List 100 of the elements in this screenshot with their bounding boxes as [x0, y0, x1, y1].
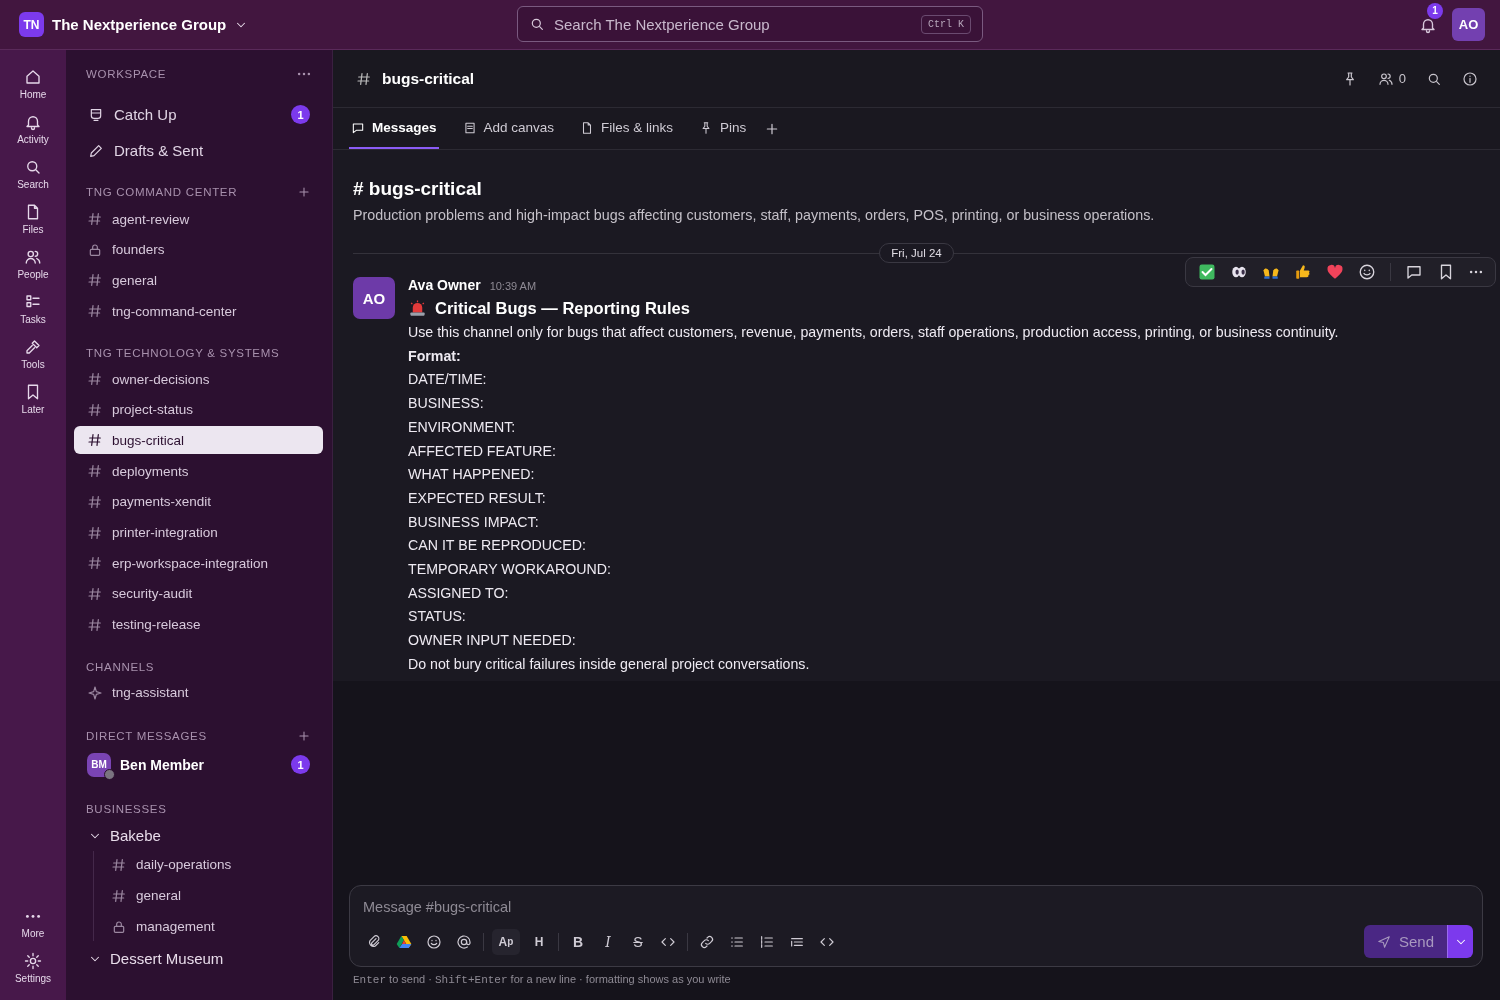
emoji-icon: [426, 933, 442, 950]
channel-item[interactable]: tng-assistant: [74, 678, 323, 707]
channel-intro-title: # bugs-critical: [353, 178, 483, 200]
rail-button[interactable]: More: [3, 908, 63, 939]
message-line: DATE/TIME:: [408, 370, 488, 390]
channel-item[interactable]: project-status: [74, 395, 323, 424]
hash-icon: [356, 70, 372, 87]
message-line: Do not bury critical failures inside general project conversations.: [408, 654, 811, 674]
message-line: EXPECTED RESULT:: [408, 488, 547, 508]
tools-icon: [24, 338, 42, 356]
rail-button[interactable]: Files: [3, 203, 63, 235]
hash-icon: [87, 616, 103, 633]
hash-icon: [87, 401, 103, 418]
more-icon[interactable]: [297, 71, 311, 77]
channel-item[interactable]: tng-command-center: [74, 297, 323, 326]
cup-icon: [88, 106, 104, 123]
rail-button[interactable]: Tasks: [3, 293, 63, 325]
message-line: Use this channel only for bugs that affect customers, revenue, payments, orders, staff operations, production access, printing, or business continuity.: [408, 323, 1339, 342]
siren-icon: [408, 299, 427, 318]
info-icon[interactable]: [1462, 70, 1478, 87]
sparkle-icon: [87, 684, 103, 701]
section-heading: TNG TECHNOLOGY & SYSTEMS: [86, 347, 280, 360]
more-icon[interactable]: [1469, 269, 1483, 275]
pencil-icon: [88, 142, 104, 159]
hash-icon: [87, 463, 103, 480]
direct-message-item[interactable]: BM Ben Member 1: [74, 748, 323, 781]
business-group[interactable]: Dessert Museum: [74, 943, 323, 974]
plus-icon[interactable]: [297, 185, 311, 199]
channel-item[interactable]: payments-xendit: [74, 487, 323, 516]
section-heading: WORKSPACE: [86, 68, 167, 80]
section-heading: BUSINESSES: [86, 802, 167, 815]
tab[interactable]: Files & links: [578, 108, 676, 149]
hash-icon: [87, 211, 103, 227]
channel-description: Production problems and high-impact bugs affecting customers, staff, payments, orders, POS, printing, or business operations.: [353, 207, 1156, 223]
heading-button[interactable]: H: [528, 928, 550, 955]
search-icon: [529, 16, 545, 32]
hash-icon: [87, 585, 103, 602]
heart-icon[interactable]: [1326, 263, 1344, 281]
channel-item[interactable]: deployments: [74, 457, 323, 486]
message-line: STATUS:: [408, 607, 467, 627]
user-avatar[interactable]: AO: [1452, 8, 1485, 41]
members-button[interactable]: 0: [1377, 70, 1406, 87]
channel-item[interactable]: general: [74, 266, 323, 295]
people-icon: [1377, 70, 1394, 87]
search-icon: [24, 158, 42, 176]
strike-button[interactable]: S: [627, 928, 649, 955]
channel-item[interactable]: founders: [74, 235, 323, 264]
rail-button[interactable]: Activity: [3, 113, 63, 145]
sidebar-item[interactable]: Drafts & Sent: [74, 138, 323, 163]
lock-icon: [111, 918, 127, 935]
channel-item[interactable]: security-audit: [74, 579, 323, 608]
hash-icon: [87, 371, 103, 388]
rail-button[interactable]: Search: [3, 158, 63, 190]
mention-icon: [456, 933, 472, 950]
tab[interactable]: Pins: [697, 108, 749, 149]
rail-button[interactable]: Home: [3, 68, 63, 100]
message-line: ENVIRONMENT:: [408, 417, 517, 437]
sidebar-item[interactable]: Catch Up 1: [74, 102, 323, 127]
channel-item[interactable]: printer-integration: [74, 518, 323, 547]
settings-icon: [24, 952, 42, 970]
business-group[interactable]: Bakebe: [74, 820, 323, 851]
hash-icon: [87, 432, 103, 449]
channel-item[interactable]: management: [98, 912, 323, 941]
channel-item[interactable]: agent-review: [74, 205, 323, 233]
rail-button[interactable]: Tools: [3, 338, 63, 370]
more-icon: [25, 914, 41, 919]
message-line: Format:: [408, 346, 462, 366]
date-divider: Fri, Jul 24: [879, 243, 954, 263]
channel-item[interactable]: owner-decisions: [74, 365, 323, 394]
channel-item[interactable]: general: [98, 881, 323, 910]
channel-item[interactable]: daily-operations: [98, 850, 323, 879]
unread-badge: 1: [291, 105, 310, 124]
rail-button[interactable]: People: [3, 248, 63, 280]
channel-item[interactable]: testing-release: [74, 610, 323, 639]
message-input[interactable]: Message #bugs-critical: [363, 896, 1473, 917]
author-name[interactable]: Ava Owner: [408, 277, 481, 293]
speech-bubble-icon[interactable]: [1405, 263, 1423, 281]
hash-icon: [87, 493, 103, 510]
hash-icon: [87, 272, 103, 289]
workspace-name[interactable]: The Nextperience Group: [52, 16, 227, 33]
tab[interactable]: Add canvas: [460, 108, 557, 149]
channel-item[interactable]: bugs-critical: [74, 426, 323, 455]
check-icon[interactable]: [1198, 263, 1216, 281]
message-line: AFFECTED FEATURE:: [408, 441, 557, 461]
emoji-icon[interactable]: [1358, 263, 1376, 281]
italic-button[interactable]: I: [597, 928, 619, 955]
thumbs-up-icon[interactable]: [1294, 263, 1312, 281]
unread-badge: 1: [291, 755, 310, 775]
rail-button[interactable]: Later: [3, 383, 63, 415]
speech-bubble-icon: [351, 120, 365, 135]
channel-item[interactable]: erp-workspace-integration: [74, 549, 323, 578]
message-heading: Critical Bugs — Reporting Rules: [435, 299, 690, 318]
plus-icon[interactable]: [297, 728, 311, 743]
hash-icon: [87, 303, 103, 320]
home-icon: [24, 68, 42, 86]
user-avatar: AO: [353, 277, 395, 319]
bold-button[interactable]: B: [567, 928, 589, 955]
workspace-logo[interactable]: TN: [19, 12, 44, 37]
rail-button[interactable]: Settings: [3, 952, 63, 984]
drive-icon: [396, 933, 412, 950]
